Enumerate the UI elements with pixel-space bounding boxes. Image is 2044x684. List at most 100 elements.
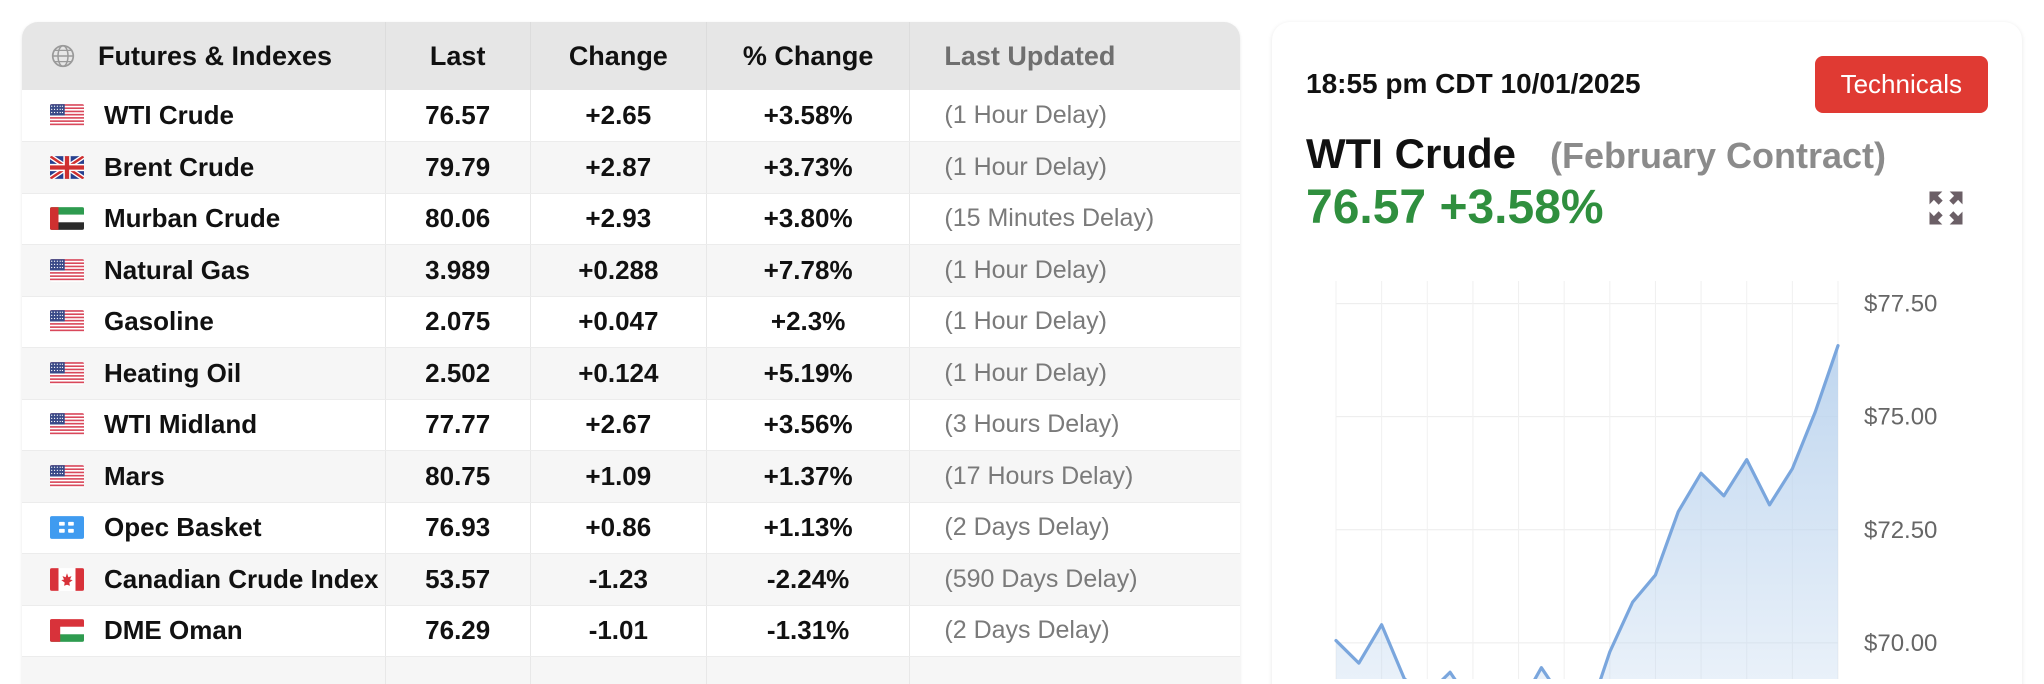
cell-last: 76.93 bbox=[385, 502, 531, 554]
flag-icon-om bbox=[50, 619, 84, 643]
instrument-label: WTI Crude bbox=[104, 100, 234, 130]
instrument-detail-card: 18:55 pm CDT 10/01/2025 Technicals WTI C… bbox=[1272, 22, 2022, 684]
technicals-button[interactable]: Technicals bbox=[1814, 55, 1988, 113]
table-row[interactable]: Murban Crude 80.06 +2.93 +3.80% (15 Minutes … bbox=[22, 193, 1240, 245]
cell-instrument-name[interactable]: WTI Crude bbox=[22, 90, 386, 142]
cell-instrument-name[interactable]: Natural Gas bbox=[22, 244, 386, 297]
table-body: WTI Crude 76.57 +2.65 +3.58% (1 Hour Delay) B… bbox=[22, 90, 1240, 684]
table-row[interactable]: DME Oman 76.29 -1.01 -1.31% (2 Days Delay) bbox=[22, 605, 1240, 657]
column-header-last-updated[interactable]: Last Updated bbox=[909, 22, 1240, 90]
instrument-label: Murban Crude bbox=[104, 203, 281, 234]
cell-instrument-name[interactable]: Murban Crude bbox=[22, 193, 386, 245]
instrument-label: DME Oman bbox=[104, 615, 243, 646]
table-row[interactable]: Gasoline 2.075 +0.047 +2.3% (1 Hour Delay) bbox=[22, 296, 1240, 348]
y-axis-tick-label: $70.00 bbox=[1864, 630, 1937, 657]
cell-pct-change: +2.3% bbox=[706, 296, 911, 348]
column-header-last[interactable]: Last bbox=[385, 22, 531, 90]
price-chart[interactable]: $77.50 $75.00 $72.50 $70.00 bbox=[1306, 259, 1988, 679]
cell-pct-change: +3.58% bbox=[706, 90, 911, 142]
column-header-change-label: Change bbox=[568, 40, 668, 71]
cell-last-updated bbox=[909, 656, 1240, 684]
column-header-pct-change-label: % Change bbox=[742, 40, 874, 71]
cell-instrument-name[interactable]: Mars bbox=[22, 450, 386, 503]
instrument-label: Natural Gas bbox=[104, 254, 250, 285]
y-axis-tick-label: $72.50 bbox=[1864, 517, 1937, 544]
table-row[interactable]: Brent Crude 79.79 +2.87 +3.73% (1 Hour Delay… bbox=[22, 141, 1240, 194]
cell-change: +1.09 bbox=[530, 450, 707, 503]
cell-change: +2.87 bbox=[530, 141, 707, 194]
column-header-change[interactable]: Change bbox=[530, 22, 707, 90]
cell-last: 77.77 bbox=[385, 399, 531, 451]
column-header-pct-change[interactable]: % Change bbox=[706, 22, 911, 90]
cell-last: 2.075 bbox=[385, 296, 531, 348]
table-row[interactable]: WTI Crude 76.57 +2.65 +3.58% (1 Hour Delay) bbox=[22, 90, 1240, 142]
cell-pct-change: +3.56% bbox=[706, 399, 911, 451]
expand-arrows-icon[interactable] bbox=[1924, 186, 1968, 230]
cell-pct-change: +5.19% bbox=[706, 347, 911, 400]
cell-last: 76.57 bbox=[385, 90, 531, 142]
table-header: Futures & Indexes Last Change % Change L… bbox=[22, 22, 1240, 90]
instrument-label: Opec Basket bbox=[104, 512, 262, 543]
cell-instrument-name[interactable]: Heating Oil bbox=[22, 347, 386, 400]
cell-change: -1.23 bbox=[530, 553, 707, 606]
cell-last-updated: (1 Hour Delay) bbox=[909, 141, 1240, 194]
column-header-last-label: Last bbox=[429, 40, 486, 71]
cell-instrument-name[interactable]: Opec Basket bbox=[22, 502, 386, 554]
cell-instrument-name[interactable]: Canadian Crude Index bbox=[22, 553, 386, 606]
table-row[interactable] bbox=[22, 656, 1240, 684]
column-header-last-updated-label: Last Updated bbox=[944, 40, 1116, 71]
cell-change: +2.93 bbox=[530, 193, 707, 245]
table-row[interactable]: Natural Gas 3.989 +0.288 +7.78% (1 Hour Dela… bbox=[22, 244, 1240, 297]
cell-change: +0.86 bbox=[530, 502, 707, 554]
cell-last: 3.989 bbox=[385, 244, 531, 297]
cell-last: 53.57 bbox=[385, 553, 531, 606]
flag-icon-us bbox=[50, 310, 84, 334]
cell-pct-change: +7.78% bbox=[706, 244, 911, 297]
y-axis-tick-label: $77.50 bbox=[1864, 291, 1937, 318]
flag-icon-us bbox=[50, 413, 84, 437]
cell-instrument-name[interactable]: Gasoline bbox=[22, 296, 386, 348]
cell-last bbox=[385, 656, 531, 684]
cell-change bbox=[530, 656, 707, 684]
cell-pct-change: +1.37% bbox=[706, 450, 911, 503]
flag-icon-opec bbox=[50, 516, 84, 540]
cell-last-updated: (2 Days Delay) bbox=[909, 502, 1240, 554]
market-dashboard: Futures & Indexes Last Change % Change L… bbox=[0, 0, 2044, 684]
cell-instrument-name[interactable]: WTI Midland bbox=[22, 399, 386, 451]
globe-icon bbox=[51, 44, 75, 68]
cell-last: 76.29 bbox=[385, 605, 531, 657]
table-row[interactable]: Mars 80.75 +1.09 +1.37% (17 Hours Delay) bbox=[22, 450, 1240, 503]
cell-last-updated: (1 Hour Delay) bbox=[909, 296, 1240, 348]
flag-icon-us bbox=[50, 464, 84, 488]
contract-month-label: (February Contract) bbox=[1549, 135, 1887, 176]
cell-instrument-name[interactable]: DME Oman bbox=[22, 605, 386, 657]
price-row: 76.57 +3.58% bbox=[1306, 180, 1988, 235]
table-row[interactable]: Opec Basket 76.93 +0.86 +1.13% (2 Days Delay… bbox=[22, 502, 1240, 554]
futures-table-card: Futures & Indexes Last Change % Change L… bbox=[22, 22, 1240, 684]
cell-change: +0.124 bbox=[530, 347, 707, 400]
instrument-label: Mars bbox=[104, 460, 165, 491]
cell-instrument-name[interactable]: Brent Crude bbox=[22, 141, 386, 194]
flag-icon-us bbox=[50, 104, 84, 127]
flag-icon-us bbox=[50, 258, 84, 282]
cell-last: 80.75 bbox=[385, 450, 531, 503]
flag-icon-us bbox=[50, 361, 84, 385]
price-chart-svg: $77.50 $75.00 $72.50 $70.00 bbox=[1334, 281, 1937, 679]
cell-pct-change: -1.31% bbox=[706, 605, 911, 657]
cell-last-updated: (17 Hours Delay) bbox=[909, 450, 1240, 503]
cell-change: +0.288 bbox=[530, 244, 707, 297]
quote-timestamp: 18:55 pm CDT 10/01/2025 bbox=[1306, 68, 1641, 99]
cell-last-updated: (590 Days Delay) bbox=[909, 553, 1240, 606]
table-row[interactable]: WTI Midland 77.77 +2.67 +3.56% (3 Hours Dela… bbox=[22, 399, 1240, 451]
cell-instrument-name[interactable] bbox=[22, 656, 386, 684]
column-header-name[interactable]: Futures & Indexes bbox=[22, 22, 386, 90]
cell-change: +2.67 bbox=[530, 399, 707, 451]
instrument-label: Brent Crude bbox=[104, 151, 255, 182]
column-header-name-label: Futures & Indexes bbox=[98, 40, 333, 71]
instrument-label: Canadian Crude Index bbox=[104, 563, 379, 594]
cell-last-updated: (15 Minutes Delay) bbox=[909, 193, 1240, 245]
y-axis-tick-label: $75.00 bbox=[1864, 404, 1937, 431]
table-row[interactable]: Canadian Crude Index 53.57 -1.23 -2.24% (590… bbox=[22, 553, 1240, 606]
flag-icon-ae bbox=[50, 207, 84, 231]
table-row[interactable]: Heating Oil 2.502 +0.124 +5.19% (1 Hour Dela… bbox=[22, 347, 1240, 400]
